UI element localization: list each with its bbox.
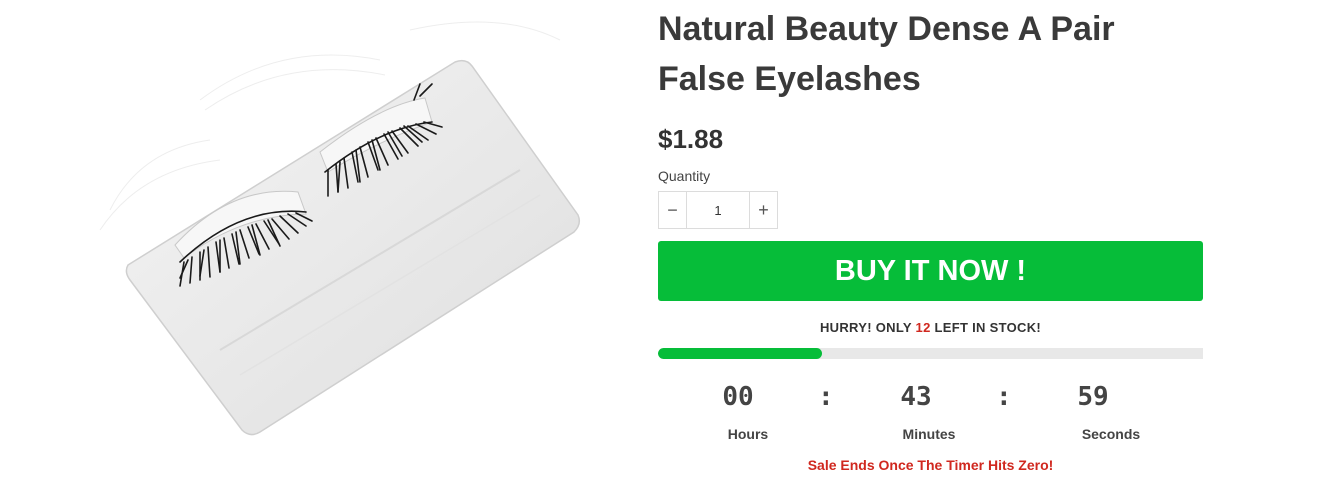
timer-seconds-label: Seconds <box>1081 426 1141 442</box>
timer-minutes-label: Minutes <box>902 426 956 442</box>
quantity-label: Quantity <box>658 168 711 184</box>
quantity-increase-button[interactable]: + <box>749 192 777 228</box>
quantity-input[interactable] <box>687 192 749 228</box>
timer-hours: 00 <box>722 382 754 412</box>
product-image[interactable] <box>80 0 640 483</box>
timer-separator: : <box>996 382 1012 412</box>
stock-prefix: HURRY! ONLY <box>819 320 912 335</box>
quantity-decrease-button[interactable]: − <box>659 192 687 228</box>
product-price: $1.88 <box>658 124 724 154</box>
stock-progress-bar <box>658 348 1203 359</box>
stock-warning: HURRY! ONLY 12 LEFT IN STOCK! <box>658 320 1203 335</box>
buy-it-now-button[interactable]: BUY IT NOW ! <box>658 241 1203 301</box>
sale-ends-note: Sale Ends Once The Timer Hits Zero! <box>807 457 1054 473</box>
timer-seconds: 59 <box>1077 382 1109 412</box>
eyelash-tray-illustration <box>99 21 581 436</box>
stock-count: 12 <box>915 320 931 335</box>
timer-minutes: 43 <box>900 382 932 412</box>
timer-separator: : <box>818 382 834 412</box>
timer-hours-label: Hours <box>727 426 769 442</box>
stock-suffix: LEFT IN STOCK! <box>934 320 1042 335</box>
stock-progress-fill <box>658 348 822 359</box>
product-title: Natural Beauty Dense A Pair False Eyelas… <box>658 10 1115 98</box>
quantity-stepper: − + <box>658 191 778 229</box>
